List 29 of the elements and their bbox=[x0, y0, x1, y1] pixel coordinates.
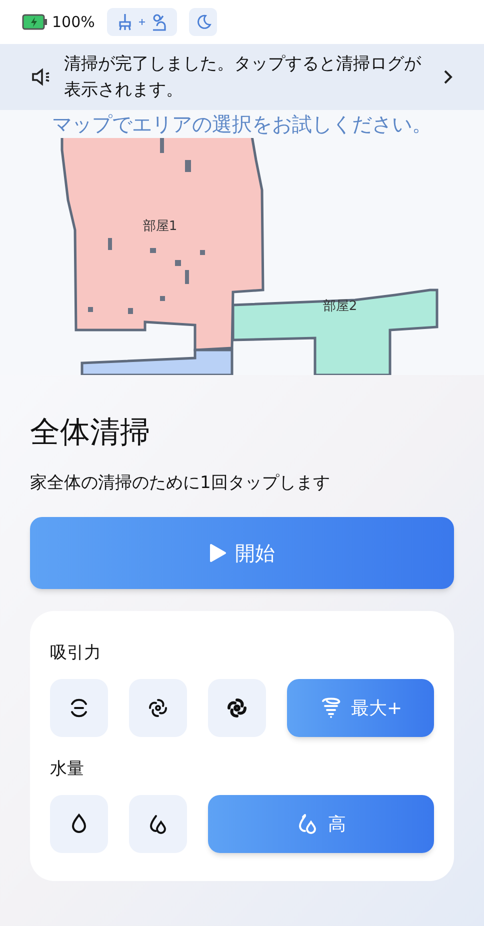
night-mode-badge[interactable] bbox=[188, 8, 217, 36]
swirl-icon bbox=[146, 696, 170, 720]
mode-option-button[interactable]: 最大+ bbox=[287, 679, 434, 737]
mode-option-button[interactable] bbox=[129, 795, 187, 853]
notice-text: 清掃が完了しました。タップすると清掃ログが表示されます。 bbox=[64, 53, 422, 102]
swirl-icon bbox=[225, 696, 249, 720]
floor-map[interactable]: 部屋1 部屋2 bbox=[0, 138, 484, 375]
mode-option-button[interactable] bbox=[129, 679, 187, 737]
clean-mode-badge[interactable] bbox=[106, 8, 177, 36]
mode-description: 家全体の清掃のために1回タップします bbox=[30, 472, 331, 495]
play-icon bbox=[209, 543, 227, 563]
water-label: 水量 bbox=[50, 758, 85, 781]
room-label: 部屋2 bbox=[322, 299, 358, 314]
mode-option-button[interactable] bbox=[50, 679, 108, 737]
battery-percent: 100% bbox=[52, 12, 95, 33]
room-area[interactable] bbox=[232, 288, 438, 375]
mode-option-button[interactable]: 高 bbox=[208, 795, 434, 853]
room-label: 部屋1 bbox=[142, 219, 178, 234]
mode-option-button[interactable] bbox=[50, 795, 108, 853]
notice-banner[interactable]: 清掃が完了しました。タップすると清掃ログが表示されます。 bbox=[0, 44, 484, 110]
mode-option-button[interactable] bbox=[208, 679, 266, 737]
start-button[interactable]: 開始 bbox=[30, 517, 454, 589]
suction-label: 吸引力 bbox=[50, 642, 102, 665]
room-area[interactable] bbox=[60, 138, 264, 352]
map-hint: マップでエリアの選択をお試しください。 bbox=[51, 111, 433, 138]
plus-icon bbox=[138, 19, 145, 25]
speaker-icon bbox=[30, 66, 52, 88]
mode-title: 全体清掃 bbox=[30, 414, 151, 452]
chevron-right-icon bbox=[442, 69, 454, 85]
